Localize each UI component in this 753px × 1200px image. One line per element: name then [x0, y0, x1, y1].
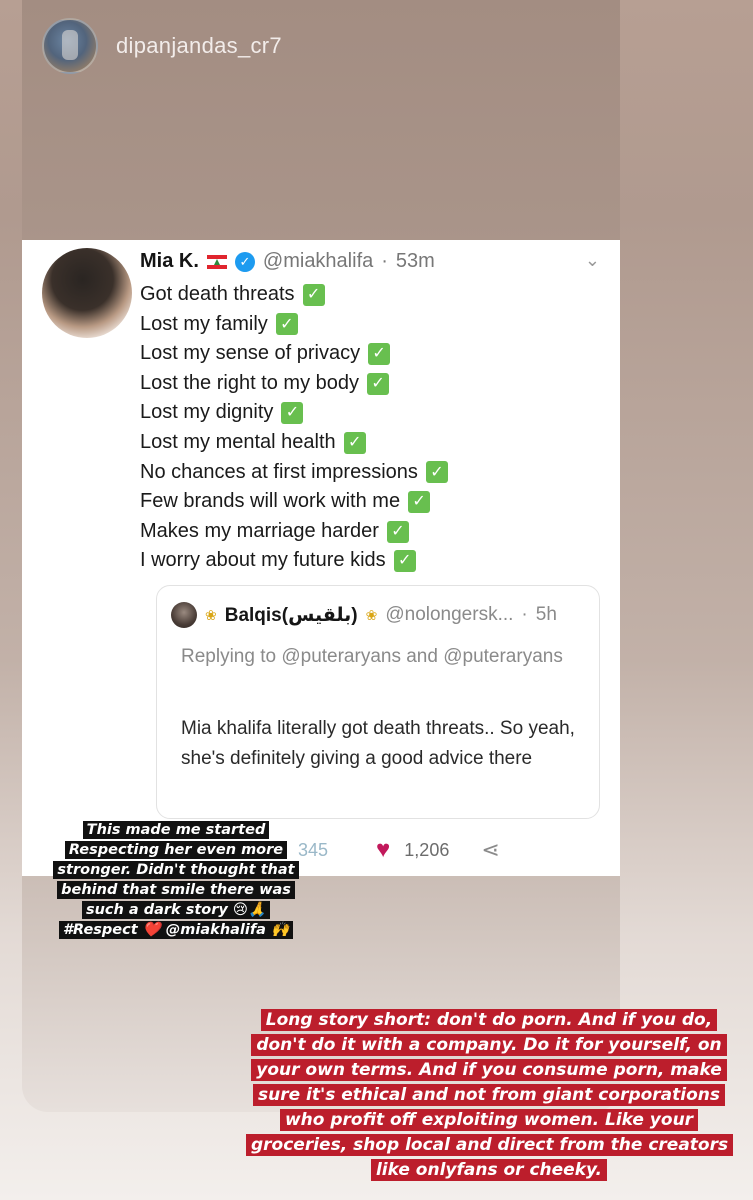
tweet-separator: ·: [381, 250, 388, 272]
sticker-right-text: Long story short: don't do porn. And if …: [246, 1009, 734, 1181]
tweet-line: Lost the right to my body ✓: [140, 369, 448, 399]
tweet-line-text: I worry about my future kids: [140, 549, 386, 572]
quoted-separator: ·: [521, 604, 528, 625]
check-mark-icon: ✓: [343, 431, 366, 454]
quoted-time: 5h: [535, 604, 557, 625]
tweet-line: Lost my sense of privacy ✓: [140, 339, 448, 369]
quoted-tweet-text: Mia khalifa literally got death threats.…: [181, 718, 575, 769]
quoted-tweet-header: ❀ Balqis(بلقيس) ❀ @nolongersk... · 5h: [171, 602, 557, 628]
quoted-author-handle: @nolongersk...: [385, 604, 514, 625]
avatar[interactable]: [42, 18, 98, 74]
check-mark-icon: ✓: [408, 490, 431, 513]
quoted-tweet: ❀ Balqis(بلقيس) ❀ @nolongersk... · 5h Re…: [156, 585, 600, 819]
tweet-line-text: Makes my marriage harder: [140, 519, 379, 542]
story-username[interactable]: dipanjandas_cr7: [116, 33, 282, 59]
tweet-line-text: Lost my dignity: [140, 401, 274, 424]
tweet-line: Got death threats ✓: [140, 280, 448, 310]
tweet-line-text: Lost my family: [140, 312, 268, 335]
story-text-sticker-right: Long story short: don't do porn. And if …: [246, 1008, 734, 1183]
check-mark-icon: ✓: [386, 520, 409, 543]
heart-icon: ♥: [376, 836, 391, 863]
tweet-screenshot: Mia K. ✓ @miakhalifa · 53m ⌄ Got death t…: [22, 240, 620, 876]
sunflower-icon: ❀: [365, 606, 378, 623]
tweet-line-text: Got death threats: [140, 283, 295, 305]
chevron-down-icon: ⌄: [584, 250, 600, 270]
sunflower-icon: ❀: [205, 606, 217, 623]
tweet-line: Lost my family ✓: [140, 310, 448, 340]
tweet-line: Makes my marriage harder ✓: [140, 517, 448, 547]
quoted-author-avatar: [171, 602, 197, 628]
tweet-line-text: No chances at first impressions: [140, 460, 418, 483]
tweet-author-handle: @miakhalifa: [262, 250, 374, 272]
tweet-body: Got death threats ✓ Lost my family ✓ Lost …: [140, 280, 448, 576]
tweet-line-text: Lost my mental health: [140, 430, 336, 453]
check-mark-icon: ✓: [368, 342, 391, 365]
replying-to-text: Replying to @puteraryans and @puteraryan…: [181, 646, 563, 667]
quoted-author-name: Balqis(بلقيس): [224, 604, 358, 626]
tweet-line: Lost my mental health ✓: [140, 428, 448, 458]
check-mark-icon: ✓: [425, 461, 448, 484]
story-text-sticker-left: This made me started Respecting her even…: [48, 820, 304, 940]
like-count: 1,206: [404, 839, 450, 860]
tweet-line: Few brands will work with me ✓: [140, 487, 448, 517]
tweet-line-text: Lost the right to my body: [140, 371, 360, 394]
tweet-line: No chances at first impressions ✓: [140, 458, 448, 488]
tweet-line-text: Lost my sense of privacy: [140, 342, 361, 365]
tweet-author-name: Mia K.: [140, 250, 199, 272]
check-mark-icon: ✓: [367, 372, 390, 395]
lebanon-flag-icon: [206, 254, 227, 269]
tweet-line: I worry about my future kids ✓: [140, 546, 448, 576]
check-mark-icon: ✓: [281, 402, 304, 425]
story-header: dipanjandas_cr7: [42, 16, 282, 76]
check-mark-icon: ✓: [302, 283, 325, 306]
check-mark-icon: ✓: [275, 313, 298, 336]
tweet-line: Lost my dignity ✓: [140, 398, 448, 428]
verified-badge-icon: ✓: [234, 251, 255, 272]
share-icon: ⋖: [481, 837, 500, 862]
tweet-header: Mia K. ✓ @miakhalifa · 53m: [140, 250, 435, 273]
tweet-time: 53m: [395, 250, 435, 272]
sticker-left-text: This made me started Respecting her even…: [53, 821, 299, 939]
tweet-line-text: Few brands will work with me: [140, 490, 401, 513]
tweet-author-avatar: [42, 248, 132, 338]
tweet-stats: 345 ♥ 1,206 ⋖: [298, 836, 500, 864]
check-mark-icon: ✓: [393, 550, 416, 573]
